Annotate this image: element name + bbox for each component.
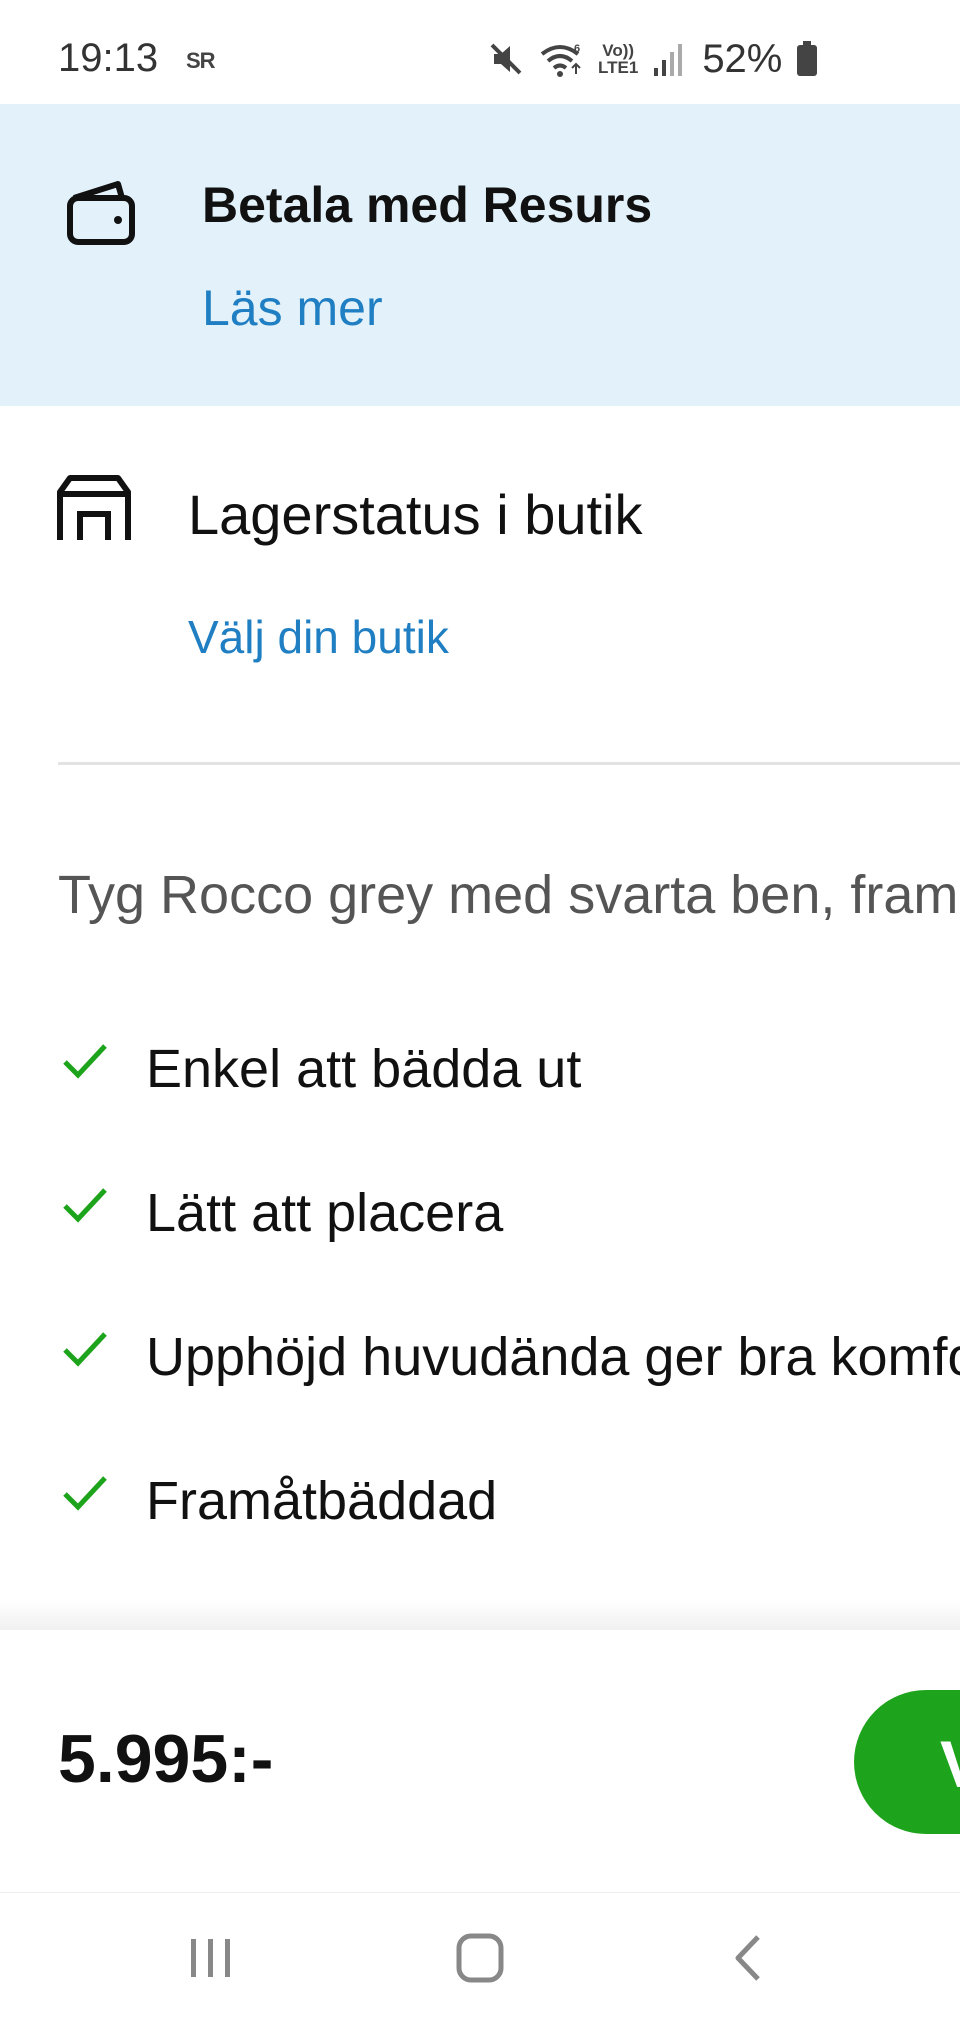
- choose-store-link[interactable]: Välj din butik: [188, 610, 449, 664]
- check-icon: [63, 1188, 107, 1223]
- battery-percent: 52%: [702, 36, 783, 81]
- status-bar: 19:13 SR 6 Vo)) LTE1 52%: [0, 0, 960, 104]
- signal-icon: [654, 44, 683, 76]
- recents-icon[interactable]: [188, 1935, 234, 1981]
- feature-item: Framåtbäddad: [0, 1464, 960, 1544]
- status-time: 19:13: [58, 36, 159, 80]
- volte-top: Vo)): [602, 41, 635, 60]
- feature-item: Upphöjd huvudända ger bra komfort: [0, 1320, 960, 1400]
- wifi-icon: 6: [540, 43, 581, 77]
- mute-icon: [490, 43, 522, 75]
- product-description: Tyg Rocco grey med svarta ben, framåtbäd…: [58, 865, 960, 925]
- feature-label: Upphöjd huvudända ger bra komfort: [146, 1327, 960, 1387]
- buy-button-label: V: [940, 1726, 960, 1802]
- back-icon[interactable]: [730, 1933, 766, 1983]
- stock-status-title: Lagerstatus i butik: [188, 483, 643, 546]
- resurs-title: Betala med Resurs: [202, 177, 653, 233]
- price: 5.995:-: [58, 1721, 274, 1797]
- feature-label: Lätt att placera: [146, 1183, 504, 1243]
- battery-icon: [797, 41, 818, 76]
- svg-text:6: 6: [574, 43, 580, 55]
- feature-item: Lätt att placera: [0, 1176, 960, 1256]
- store-icon: [57, 475, 131, 540]
- product-page: 19:13 SR 6 Vo)) LTE1 52% Betala med Resu…: [0, 0, 960, 2027]
- status-icons: 6 Vo)) LTE1 52%: [488, 34, 818, 84]
- volte-icon: Vo)) LTE1: [598, 42, 638, 76]
- divider: [58, 762, 960, 765]
- feature-label: Framåtbäddad: [146, 1471, 498, 1531]
- volte-bottom: LTE1: [598, 58, 639, 77]
- feature-label: Enkel att bädda ut: [146, 1039, 582, 1099]
- read-more-link[interactable]: Läs mer: [202, 279, 383, 337]
- feature-item: Enkel att bädda ut: [0, 1032, 960, 1112]
- home-icon[interactable]: [455, 1932, 505, 1984]
- resurs-banner[interactable]: [0, 104, 960, 406]
- check-icon: [63, 1044, 107, 1079]
- wallet-icon: [67, 181, 135, 245]
- check-icon: [63, 1476, 107, 1511]
- price-bar-shadow: [0, 1600, 960, 1630]
- sr-indicator: SR: [186, 48, 216, 73]
- check-icon: [63, 1332, 107, 1367]
